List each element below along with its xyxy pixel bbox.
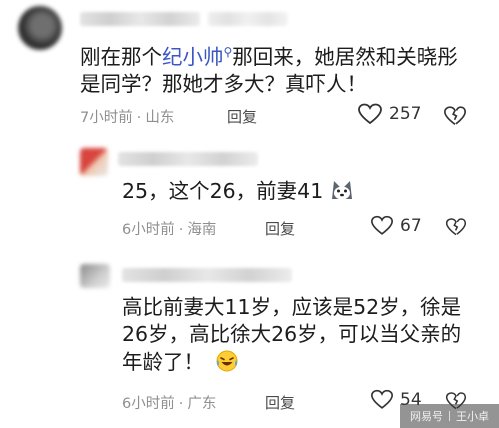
timestamp: 7小时前 [80, 110, 133, 126]
search-icon: ⚲ [223, 45, 233, 60]
heart-icon [371, 215, 393, 235]
topic-link[interactable]: 纪小帅⚲ [162, 45, 232, 69]
topic-link-label: 纪小帅 [162, 45, 224, 69]
username-blurred-extra [208, 12, 288, 26]
comment-text-line: 高比前妻大11岁，应该是52岁，徐是 [122, 295, 462, 319]
timestamp: 6小时前 [122, 222, 175, 238]
watermark-author: 王小卓 [456, 410, 489, 423]
reply-button[interactable]: 回复 [265, 392, 295, 413]
comment-text-line: 25，这个26，前妻41 [122, 179, 324, 203]
avatar[interactable] [18, 6, 62, 50]
like-button[interactable]: 257 [357, 103, 421, 125]
avatar[interactable] [80, 148, 108, 176]
comment-meta: 6小时前 · 广东 [122, 396, 217, 412]
heart-icon [358, 103, 382, 125]
timestamp: 6小时前 [122, 396, 175, 412]
comment-1: 刚在那个纪小帅⚲那回来，她居然和关晓彤 是同学？那她才多大？真吓人！ 7小时前 ·… [0, 0, 499, 140]
broken-heart-icon[interactable] [445, 217, 467, 237]
comment-text: 刚在那个纪小帅⚲那回来，她居然和关晓彤 是同学？那她才多大？真吓人！ [80, 44, 490, 99]
location: 山东 [145, 110, 175, 126]
broken-heart-icon[interactable] [443, 105, 467, 127]
comment-text-part: 那回来，她居然和关晓彤 [232, 45, 458, 69]
like-button[interactable]: 67 [370, 215, 422, 236]
comment-meta: 7小时前 · 山东 [80, 110, 175, 126]
comment-text-line: 年龄了！ [122, 349, 204, 374]
laughing-tears-emoji [216, 350, 238, 372]
like-count: 257 [389, 104, 422, 124]
like-count: 67 [400, 215, 422, 236]
watermark-brand: 网易号 [410, 410, 443, 423]
comment-meta: 6小时前 · 海南 [122, 222, 217, 238]
watermark-divider [449, 411, 450, 421]
comment-text-part: 刚在那个 [80, 45, 162, 69]
comment-2: 25，这个26，前妻41 6小时前 · 海南 回复 67 [0, 140, 499, 260]
location: 广东 [187, 396, 217, 412]
avatar[interactable] [80, 264, 110, 288]
comment-text-line: 26岁，高比徐大26岁，可以当父亲的 [122, 322, 462, 347]
username-blurred[interactable] [122, 268, 292, 282]
username-blurred[interactable] [118, 152, 258, 166]
heart-icon [371, 389, 393, 409]
husky-dog-emoji [331, 181, 352, 200]
reply-button[interactable]: 回复 [227, 106, 257, 127]
username-blurred[interactable] [80, 12, 200, 26]
reply-button[interactable]: 回复 [265, 218, 295, 239]
location: 海南 [187, 222, 217, 238]
comment-text: 高比前妻大11岁，应该是52岁，徐是 26岁，高比徐大26岁，可以当父亲的 年龄… [122, 294, 492, 376]
comment-3: 高比前妻大11岁，应该是52岁，徐是 26岁，高比徐大26岁，可以当父亲的 年龄… [0, 260, 499, 428]
watermark: 网易号 王小卓 [400, 404, 499, 428]
comment-text: 25，这个26，前妻41 [122, 178, 354, 205]
comment-text-line: 是同学？那她才多大？真吓人！ [80, 72, 367, 97]
